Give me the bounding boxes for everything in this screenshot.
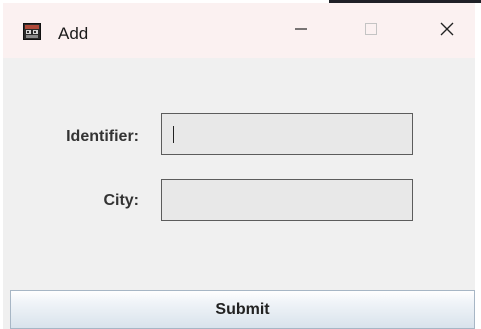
submit-button[interactable]: Submit	[10, 290, 475, 329]
minimize-icon	[294, 22, 308, 41]
text-cursor	[173, 126, 174, 143]
minimize-button[interactable]	[273, 9, 329, 53]
window-title: Add	[58, 24, 89, 43]
maximize-button[interactable]	[343, 9, 399, 53]
identifier-field[interactable]	[161, 113, 413, 155]
app-window-icon	[23, 23, 41, 40]
close-button[interactable]	[419, 9, 475, 53]
close-icon	[440, 22, 454, 41]
maximize-icon	[365, 22, 377, 40]
city-field[interactable]	[161, 179, 413, 221]
identifier-label: Identifier:	[66, 128, 139, 145]
city-label: City:	[103, 192, 139, 209]
add-dialog-window: Add Identifier: City: Submit	[3, 3, 475, 329]
title-bar[interactable]: Add	[3, 3, 475, 58]
